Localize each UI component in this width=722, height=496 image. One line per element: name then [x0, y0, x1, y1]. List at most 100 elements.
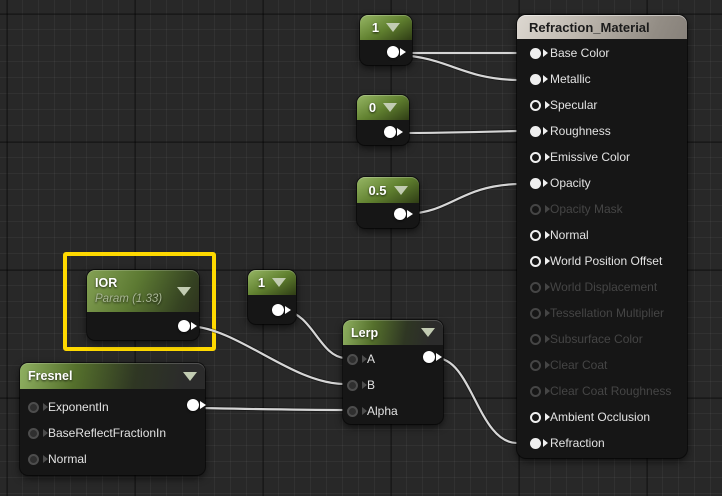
material-graph-canvas[interactable]: 1 0 0.5 IOR Param (1.33) 1 Lerp A B Alph…: [0, 0, 722, 496]
material-pin-label: Refraction: [550, 436, 605, 450]
lerp-input-row: Alpha: [343, 398, 443, 424]
material-pin-label: Metallic: [550, 72, 591, 86]
fresnel-input-row: ExponentIn: [20, 394, 205, 420]
wire-const05-to-opacity[interactable]: [406, 182, 518, 216]
node-subtitle: Param (1.33): [95, 292, 163, 305]
lerp-node[interactable]: Lerp A B Alpha: [343, 320, 443, 424]
material-input-pin-base-color[interactable]: [530, 47, 541, 59]
material-pin-row: Emissive Color: [517, 144, 687, 170]
material-input-pin-opacity-mask[interactable]: [530, 203, 541, 215]
output-pin[interactable]: [178, 320, 190, 332]
material-pin-label: Specular: [550, 98, 598, 112]
wire-const0-to-roughness[interactable]: [395, 129, 518, 135]
wire-fresnel-to-lerp-alpha[interactable]: [199, 406, 346, 412]
material-pin-row: Metallic: [517, 66, 687, 92]
material-pin-row: Refraction: [517, 430, 687, 456]
material-pin-row: Tessellation Multiplier: [517, 300, 687, 326]
fresnel-input-row: BaseReflectFractionIn: [20, 420, 205, 446]
material-pin-row: World Displacement: [517, 274, 687, 300]
output-pin[interactable]: [384, 126, 396, 138]
fresnel-input-pin-basereflectfractionin[interactable]: [28, 427, 39, 439]
output-pin[interactable]: [394, 208, 406, 220]
material-input-pin-normal[interactable]: [530, 229, 541, 241]
constant-node-1-small[interactable]: 1: [248, 270, 296, 324]
constant-node-0[interactable]: 0: [357, 95, 409, 145]
material-pin-row: World Position Offset: [517, 248, 687, 274]
material-input-pin-metallic[interactable]: [530, 73, 541, 85]
material-input-pin-ambient-occlusion[interactable]: [530, 411, 541, 423]
material-pin-row: Base Color: [517, 40, 687, 66]
constant-node-header[interactable]: 1: [360, 15, 412, 40]
material-pin-row: Specular: [517, 92, 687, 118]
constant-value: 1: [257, 275, 266, 290]
lerp-input-pin-a[interactable]: [347, 353, 358, 365]
lerp-input-row: B: [343, 372, 443, 398]
output-pin[interactable]: [272, 304, 284, 316]
dropdown-arrow-icon[interactable]: [386, 23, 401, 32]
material-pin-label: Normal: [550, 228, 589, 242]
ior-node-body: [87, 312, 199, 340]
wire-lerp-to-refraction[interactable]: [435, 356, 518, 445]
lerp-pin-label: Alpha: [367, 404, 398, 418]
material-pin-label: Roughness: [550, 124, 611, 138]
dropdown-arrow-icon[interactable]: [272, 278, 287, 287]
fresnel-input-row: Normal: [20, 446, 205, 472]
material-input-pin-opacity[interactable]: [530, 177, 541, 189]
constant-node-header[interactable]: 1: [248, 270, 296, 295]
fresnel-node[interactable]: Fresnel ExponentIn BaseReflectFractionIn…: [20, 363, 205, 475]
lerp-input-pin-b[interactable]: [347, 379, 358, 391]
material-input-pin-clear-coat[interactable]: [530, 359, 541, 371]
dropdown-arrow-icon[interactable]: [393, 185, 408, 195]
constant-value: 1: [371, 20, 380, 35]
dropdown-arrow-icon[interactable]: [183, 371, 197, 381]
output-pin[interactable]: [387, 46, 399, 58]
fresnel-output-pin[interactable]: [187, 399, 199, 411]
ior-parameter-node[interactable]: IOR Param (1.33): [87, 270, 199, 340]
material-node-header[interactable]: Refraction_Material: [517, 15, 687, 39]
material-pin-label: Opacity Mask: [550, 202, 623, 216]
wire-const1-to-metallic[interactable]: [397, 53, 518, 82]
lerp-output-pin[interactable]: [423, 351, 435, 363]
fresnel-pin-label: ExponentIn: [48, 400, 109, 414]
node-title: IOR: [95, 276, 118, 290]
fresnel-input-pin-exponentin[interactable]: [28, 401, 39, 413]
material-pin-row: Ambient Occlusion: [517, 404, 687, 430]
constant-node-05[interactable]: 0.5: [357, 177, 419, 228]
material-input-pin-specular[interactable]: [530, 99, 541, 111]
constant-node-body: [248, 295, 296, 324]
constant-node-1-top[interactable]: 1: [360, 15, 412, 65]
material-input-pin-tessellation-multiplier[interactable]: [530, 307, 541, 319]
dropdown-arrow-icon[interactable]: [421, 328, 435, 337]
dropdown-arrow-icon[interactable]: [177, 286, 191, 296]
material-input-pin-subsurface-color[interactable]: [530, 333, 541, 345]
material-input-pin-world-position-offset[interactable]: [530, 255, 541, 267]
material-pin-row: Roughness: [517, 118, 687, 144]
material-pin-row: Clear Coat: [517, 352, 687, 378]
material-result-node[interactable]: Refraction_Material Base Color Metallic …: [517, 15, 687, 458]
material-pin-label: Opacity: [550, 176, 591, 190]
ior-node-header[interactable]: IOR Param (1.33): [87, 270, 199, 312]
constant-value: 0.5: [368, 182, 387, 198]
constant-node-header[interactable]: 0: [357, 95, 409, 120]
material-input-pin-refraction[interactable]: [530, 437, 541, 449]
material-pin-label: Subsurface Color: [550, 332, 643, 346]
dropdown-arrow-icon[interactable]: [383, 103, 398, 112]
lerp-node-header[interactable]: Lerp: [343, 320, 443, 345]
material-title: Refraction_Material: [529, 19, 650, 35]
constant-node-body: [357, 120, 409, 145]
material-pin-row: Normal: [517, 222, 687, 248]
material-input-pin-world-displacement[interactable]: [530, 281, 541, 293]
fresnel-pin-label: BaseReflectFractionIn: [48, 426, 167, 440]
ior-header-text: IOR Param (1.33): [95, 276, 162, 306]
fresnel-input-pin-normal[interactable]: [28, 453, 39, 465]
material-pin-label: Clear Coat: [550, 358, 608, 372]
material-input-pin-roughness[interactable]: [530, 125, 541, 137]
fresnel-node-header[interactable]: Fresnel: [20, 363, 205, 389]
constant-node-header[interactable]: 0.5: [357, 177, 419, 203]
material-input-pin-clear-coat-roughness[interactable]: [530, 385, 541, 397]
fresnel-pin-label: Normal: [48, 452, 87, 466]
material-input-pin-emissive-color[interactable]: [530, 151, 541, 163]
lerp-input-pin-alpha[interactable]: [347, 405, 358, 417]
material-pin-label: Tessellation Multiplier: [550, 306, 665, 320]
material-pin-label: Emissive Color: [550, 150, 631, 164]
